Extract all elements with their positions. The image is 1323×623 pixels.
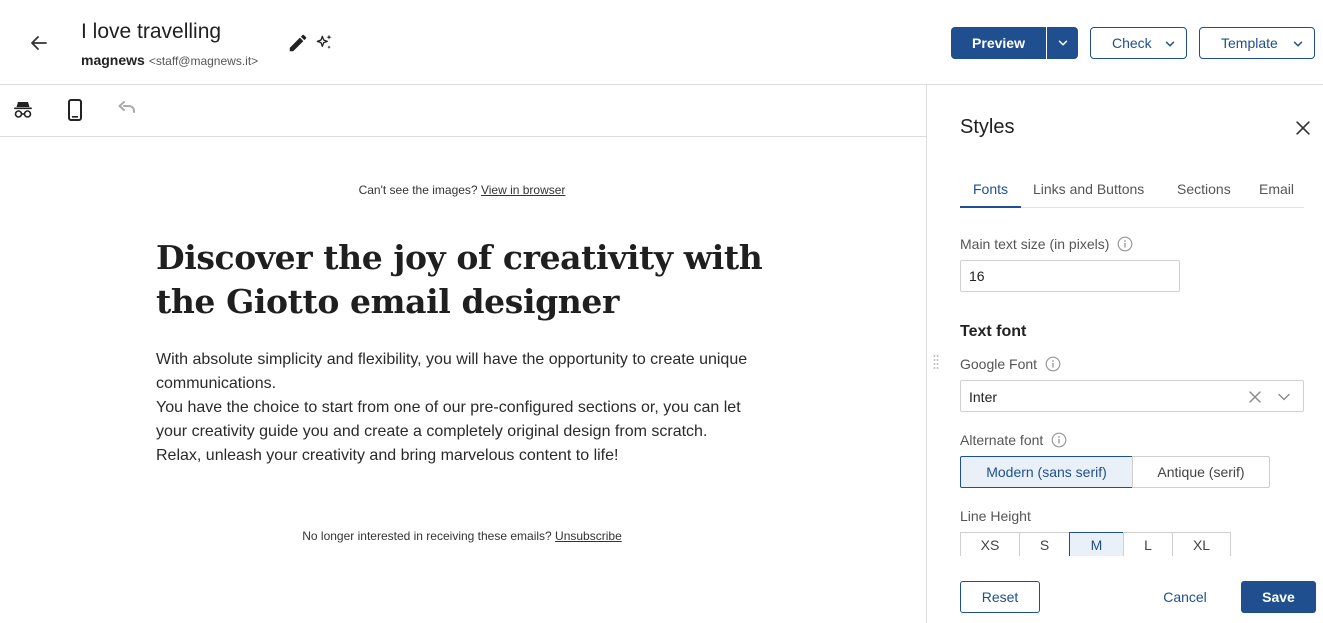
line-height-label-text: Line Height [960,508,1031,524]
alternate-font-label: Alternate font [960,432,1067,448]
footer-text: No longer interested in receiving these … [302,529,552,543]
line-height-s-option[interactable]: S [1019,532,1070,556]
body-paragraph: You have the choice to start from one of… [156,399,741,440]
undo-icon[interactable] [115,98,139,122]
alternate-font-antique-option[interactable]: Antique (serif) [1132,456,1270,488]
line-height-m-option[interactable]: M [1069,532,1124,556]
mobile-device-icon[interactable] [63,98,87,122]
close-icon[interactable] [1293,118,1313,138]
line-height-xs-option[interactable]: XS [960,532,1020,556]
text-font-heading: Text font [960,323,1027,340]
google-font-label-text: Google Font [960,356,1038,372]
check-button[interactable]: Check [1090,27,1187,59]
panel-footer: Reset Cancel Save [927,557,1323,623]
chevron-down-icon [1165,41,1175,47]
email-title: I love travelling [81,20,222,43]
line-height-xl-option[interactable]: XL [1172,532,1231,556]
google-font-value: Inter [969,389,998,405]
check-button-label: Check [1112,35,1152,51]
preview-button[interactable]: Preview [951,27,1046,59]
preheader: Can't see the images? View in browser [0,183,924,197]
editor-toolbar [0,85,926,137]
sparkles-icon[interactable] [314,33,334,53]
tab-links-and-buttons[interactable]: Links and Buttons [1033,181,1144,208]
email-headline[interactable]: Discover the joy of creativity with the … [156,236,776,324]
email-canvas: Can't see the images? View in browser Di… [0,137,926,623]
cancel-button[interactable]: Cancel [1149,581,1221,613]
info-icon[interactable] [1045,356,1061,372]
styles-tabs: Fonts Links and Buttons Sections Email [960,181,1304,208]
google-font-label: Google Font [960,356,1061,372]
body-paragraph: Relax, unleash your creativity and bring… [156,447,619,464]
sender-info: magnews <staff@magnews.it> [81,52,258,68]
incognito-icon[interactable] [11,98,35,122]
body-paragraph: With absolute simplicity and flexibility… [156,351,748,392]
preheader-text: Can't see the images? [358,183,478,197]
reset-button[interactable]: Reset [960,581,1040,613]
chevron-down-icon [1293,41,1303,47]
view-in-browser-link[interactable]: View in browser [481,183,565,197]
chevron-down-icon[interactable] [1277,390,1291,404]
template-button[interactable]: Template [1199,27,1315,59]
main-text-size-input[interactable] [960,260,1180,292]
save-button[interactable]: Save [1241,581,1316,613]
sender-email: <staff@magnews.it> [148,54,259,68]
line-height-l-option[interactable]: L [1123,532,1173,556]
email-footer: No longer interested in receiving these … [0,529,924,543]
tab-fonts[interactable]: Fonts [960,181,1021,208]
alternate-font-modern-option[interactable]: Modern (sans serif) [960,456,1133,488]
pencil-icon[interactable] [287,32,309,54]
main-text-size-label-text: Main text size (in pixels) [960,236,1110,252]
chevron-down-icon [1058,40,1067,46]
unsubscribe-link[interactable]: Unsubscribe [555,529,622,543]
drag-handle-icon[interactable] [933,354,939,370]
email-body-text[interactable]: With absolute simplicity and flexibility… [156,348,776,468]
sender-name: magnews [81,52,145,68]
tab-sections[interactable]: Sections [1177,181,1231,208]
preview-dropdown-button[interactable] [1047,27,1078,59]
info-icon[interactable] [1051,432,1067,448]
arrow-left-icon[interactable] [27,31,51,55]
template-button-label: Template [1221,35,1278,51]
line-height-label: Line Height [960,508,1031,524]
top-header: I love travelling magnews <staff@magnews.… [0,0,1323,85]
tab-email[interactable]: Email [1259,181,1294,208]
google-font-select[interactable]: Inter [960,380,1304,412]
alternate-font-label-text: Alternate font [960,432,1044,448]
panel-title: Styles [960,116,1015,138]
info-icon[interactable] [1117,236,1133,252]
styles-panel: Styles Fonts Links and Buttons Sections … [926,85,1323,623]
main-text-size-label: Main text size (in pixels) [960,236,1133,252]
clear-icon[interactable] [1248,390,1262,404]
